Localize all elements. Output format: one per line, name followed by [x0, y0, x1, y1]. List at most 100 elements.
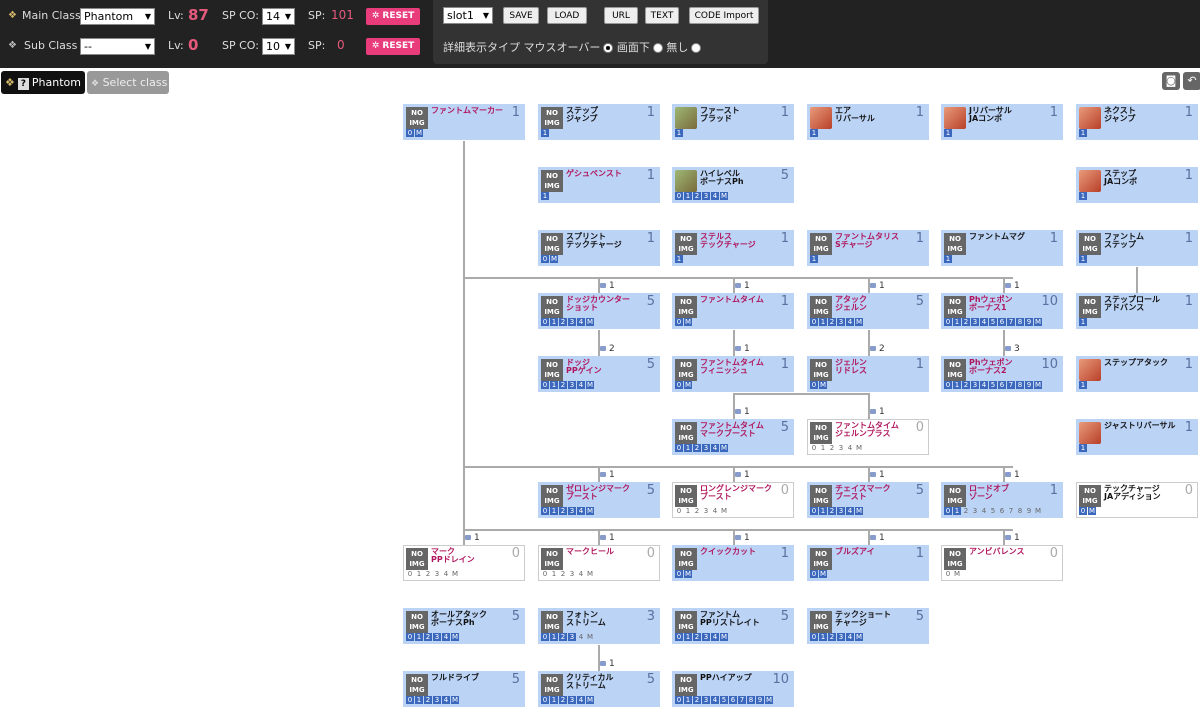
level-pip[interactable]: 4 — [711, 444, 719, 452]
level-pip[interactable]: 4 — [980, 318, 988, 326]
level-pip[interactable]: 9 — [756, 696, 764, 704]
level-pip[interactable]: 0 — [944, 381, 952, 389]
level-pip[interactable]: 0 — [406, 633, 414, 641]
level-pip[interactable]: M — [415, 129, 423, 137]
level-pip[interactable]: 1 — [1079, 318, 1087, 326]
level-pip[interactable]: 4 — [577, 696, 585, 704]
level-pip[interactable]: M — [720, 633, 728, 641]
level-pip[interactable]: 7 — [738, 696, 746, 704]
level-pip[interactable]: 0 — [810, 444, 818, 452]
skill-node[interactable]: NO IMG ジェルン リドレス 1 0 M — [807, 356, 929, 392]
level-pip[interactable]: 3 — [568, 507, 576, 515]
level-pip[interactable]: M — [451, 570, 459, 578]
level-pip[interactable]: 2 — [828, 633, 836, 641]
level-pip[interactable]: 2 — [424, 570, 432, 578]
level-pip[interactable]: 0 — [541, 507, 549, 515]
level-pip[interactable]: 2 — [559, 696, 567, 704]
level-pip[interactable]: 0 — [541, 381, 549, 389]
level-pip[interactable]: M — [586, 570, 594, 578]
level-pip[interactable]: 0 — [1079, 507, 1087, 515]
level-pip[interactable]: 1 — [819, 318, 827, 326]
level-pip[interactable]: M — [586, 381, 594, 389]
level-pip[interactable]: 2 — [962, 318, 970, 326]
level-pip[interactable]: M — [720, 444, 728, 452]
level-pip[interactable]: 3 — [568, 696, 576, 704]
level-pip[interactable]: 2 — [424, 633, 432, 641]
level-pip[interactable]: M — [586, 318, 594, 326]
level-pip[interactable]: 1 — [1079, 192, 1087, 200]
skill-node[interactable]: ステップ JAコンボ 1 1 — [1076, 167, 1198, 203]
level-pip[interactable]: 1 — [944, 129, 952, 137]
level-pip[interactable]: 3 — [702, 507, 710, 515]
level-pip[interactable]: 3 — [568, 633, 576, 641]
skill-node[interactable]: ファースト ブラッド 1 1 — [672, 104, 794, 140]
skill-node[interactable]: NO IMG Phウェポン ボーナス1 10 0 1 2 3 4 5 6 7 8 9 M — [941, 293, 1063, 329]
level-pip[interactable]: 3 — [837, 318, 845, 326]
level-pip[interactable]: 4 — [980, 507, 988, 515]
level-pip[interactable]: M — [550, 255, 558, 263]
level-pip[interactable]: 2 — [559, 318, 567, 326]
level-pip[interactable]: 1 — [944, 255, 952, 263]
level-pip[interactable]: 2 — [559, 570, 567, 578]
level-pip[interactable]: 4 — [711, 633, 719, 641]
skill-node[interactable]: NO IMG ドッジ PPゲイン 5 0 1 2 3 4 M — [538, 356, 660, 392]
level-pip[interactable]: 3 — [568, 381, 576, 389]
level-pip[interactable]: 2 — [693, 192, 701, 200]
skill-node[interactable]: ハイレベル ボーナスPh 5 0 1 2 3 4 M — [672, 167, 794, 203]
skill-node[interactable]: NO IMG ステップ ジャンプ 1 1 — [538, 104, 660, 140]
level-pip[interactable]: 2 — [693, 696, 701, 704]
level-pip[interactable]: 3 — [702, 633, 710, 641]
level-pip[interactable]: 0 — [944, 507, 952, 515]
level-pip[interactable]: 1 — [1079, 444, 1087, 452]
level-pip[interactable]: 1 — [675, 129, 683, 137]
level-pip[interactable]: 1 — [1079, 129, 1087, 137]
level-pip[interactable]: 0 — [675, 633, 683, 641]
level-pip[interactable]: 9 — [1025, 381, 1033, 389]
level-pip[interactable]: M — [586, 633, 594, 641]
level-pip[interactable]: 1 — [819, 444, 827, 452]
level-pip[interactable]: 4 — [577, 381, 585, 389]
skill-node[interactable]: NO IMG ブルズアイ 1 0 M — [807, 545, 929, 581]
level-pip[interactable]: M — [855, 633, 863, 641]
level-pip[interactable]: 6 — [729, 696, 737, 704]
level-pip[interactable]: M — [684, 381, 692, 389]
level-pip[interactable]: 4 — [442, 633, 450, 641]
level-pip[interactable]: M — [720, 192, 728, 200]
level-pip[interactable]: 1 — [550, 696, 558, 704]
skill-node[interactable]: NO IMG クイックカット 1 0 M — [672, 545, 794, 581]
level-pip[interactable]: 4 — [846, 507, 854, 515]
level-pip[interactable]: 2 — [424, 696, 432, 704]
skill-node[interactable]: NO IMG ファントムタイム フィニッシュ 1 0 M — [672, 356, 794, 392]
level-pip[interactable]: M — [586, 696, 594, 704]
level-pip[interactable]: 3 — [702, 444, 710, 452]
level-pip[interactable]: 1 — [550, 507, 558, 515]
level-pip[interactable]: 1 — [953, 507, 961, 515]
level-pip[interactable]: 4 — [577, 633, 585, 641]
level-pip[interactable]: 1 — [1079, 255, 1087, 263]
level-pip[interactable]: 1 — [684, 192, 692, 200]
skill-node[interactable]: NO IMG アンビバレンス 0 0 M — [941, 545, 1063, 581]
level-pip[interactable]: 1 — [819, 633, 827, 641]
level-pip[interactable]: 4 — [980, 381, 988, 389]
level-pip[interactable]: 4 — [442, 696, 450, 704]
level-pip[interactable]: 4 — [711, 507, 719, 515]
level-pip[interactable]: 8 — [1016, 318, 1024, 326]
level-pip[interactable]: 1 — [810, 129, 818, 137]
level-pip[interactable]: 3 — [837, 507, 845, 515]
level-pip[interactable]: 1 — [550, 381, 558, 389]
level-pip[interactable]: 0 — [810, 318, 818, 326]
level-pip[interactable]: 0 — [810, 507, 818, 515]
level-pip[interactable]: 1 — [415, 633, 423, 641]
skill-node[interactable]: NO IMG ファントム PPリストレイト 5 0 1 2 3 4 M — [672, 608, 794, 644]
level-pip[interactable]: 7 — [1007, 318, 1015, 326]
level-pip[interactable]: 3 — [837, 444, 845, 452]
skill-node[interactable]: NO IMG ファントムタイム ジェルンプラス 0 0 1 2 3 4 M — [807, 419, 929, 455]
skill-node[interactable]: NO IMG チェイスマーク ブースト 5 0 1 2 3 4 M — [807, 482, 929, 518]
level-pip[interactable]: 5 — [989, 507, 997, 515]
level-pip[interactable]: 0 — [541, 570, 549, 578]
skill-node[interactable]: ステップアタック 1 1 — [1076, 356, 1198, 392]
level-pip[interactable]: M — [720, 507, 728, 515]
level-pip[interactable]: 3 — [702, 192, 710, 200]
level-pip[interactable]: 1 — [684, 633, 692, 641]
level-pip[interactable]: 4 — [846, 318, 854, 326]
